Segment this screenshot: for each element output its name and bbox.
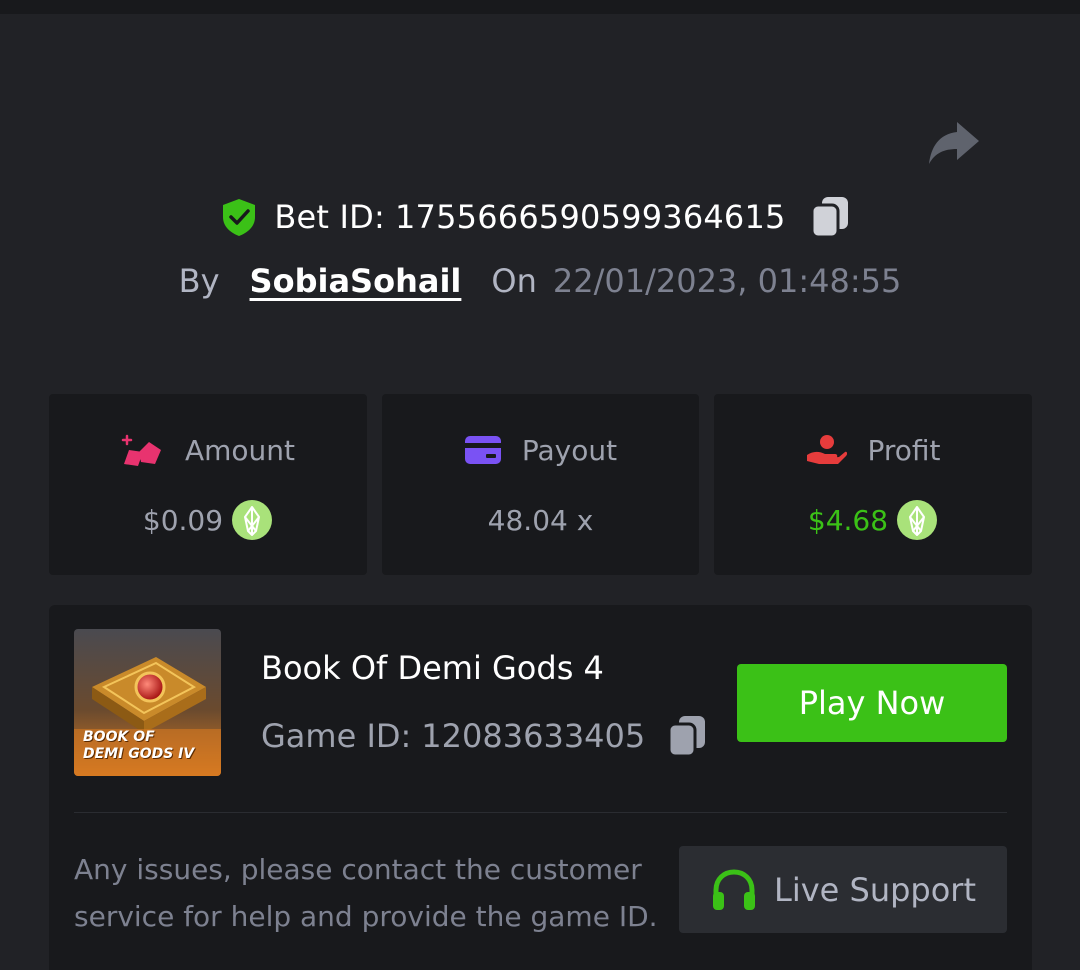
bet-meta-row: By SobiaSohail On 22/01/2023, 01:48:55	[0, 258, 1080, 304]
profit-label: Profit	[867, 433, 941, 467]
bet-id-label: Bet ID:	[274, 198, 385, 236]
bet-id-row: Bet ID: 1755666590599364615	[0, 194, 1080, 240]
profit-card: Profit $4.68	[714, 394, 1032, 575]
payout-card: Payout 48.04 x	[382, 394, 699, 575]
thumbnail-title-line2: DEMI GODS IV	[83, 746, 195, 762]
payout-label: Payout	[521, 433, 618, 467]
amount-card: Amount $0.09	[49, 394, 367, 575]
on-label: On	[491, 262, 537, 300]
amount-icon	[121, 434, 161, 466]
copy-game-id-button[interactable]	[667, 714, 707, 758]
profit-value: $4.68	[807, 503, 889, 537]
copy-icon	[667, 716, 706, 758]
game-name: Book Of Demi Gods 4	[261, 649, 604, 687]
payout-value: 48.04 x	[487, 503, 594, 537]
support-help-text: Any issues, please contact the customer …	[74, 853, 658, 933]
username-link[interactable]: SobiaSohail	[250, 262, 462, 300]
amount-label: Amount	[184, 433, 296, 467]
play-now-button[interactable]: Play Now	[737, 664, 1007, 742]
live-support-button[interactable]: Live Support	[679, 846, 1007, 933]
coin-icon	[897, 500, 938, 540]
payout-card-icon	[464, 436, 501, 464]
game-id-value: 12083633405	[421, 717, 646, 755]
game-id-row: Game ID: 12083633405	[261, 713, 707, 759]
game-panel: BOOK OF DEMI GODS IV Book Of Demi Gods 4…	[49, 605, 1032, 970]
copy-bet-id-button[interactable]	[810, 195, 850, 239]
headset-icon	[712, 868, 755, 910]
bet-id-value: 1755666590599364615	[394, 198, 786, 236]
coin-icon	[232, 500, 273, 540]
bet-datetime: 22/01/2023, 01:48:55	[552, 262, 902, 300]
by-label: By	[178, 262, 220, 300]
copy-icon	[810, 197, 848, 239]
game-thumbnail[interactable]: BOOK OF DEMI GODS IV	[74, 629, 221, 776]
verified-shield-icon	[223, 199, 256, 236]
thumbnail-title-line1: BOOK OF	[83, 729, 155, 745]
top-strip	[0, 0, 1080, 14]
live-support-label: Live Support	[773, 870, 976, 909]
profit-hand-icon	[807, 435, 848, 464]
game-id-label: Game ID:	[261, 717, 412, 755]
share-button[interactable]	[926, 118, 982, 168]
divider	[74, 812, 1007, 813]
share-icon	[929, 122, 979, 164]
amount-value: $0.09	[142, 503, 224, 537]
